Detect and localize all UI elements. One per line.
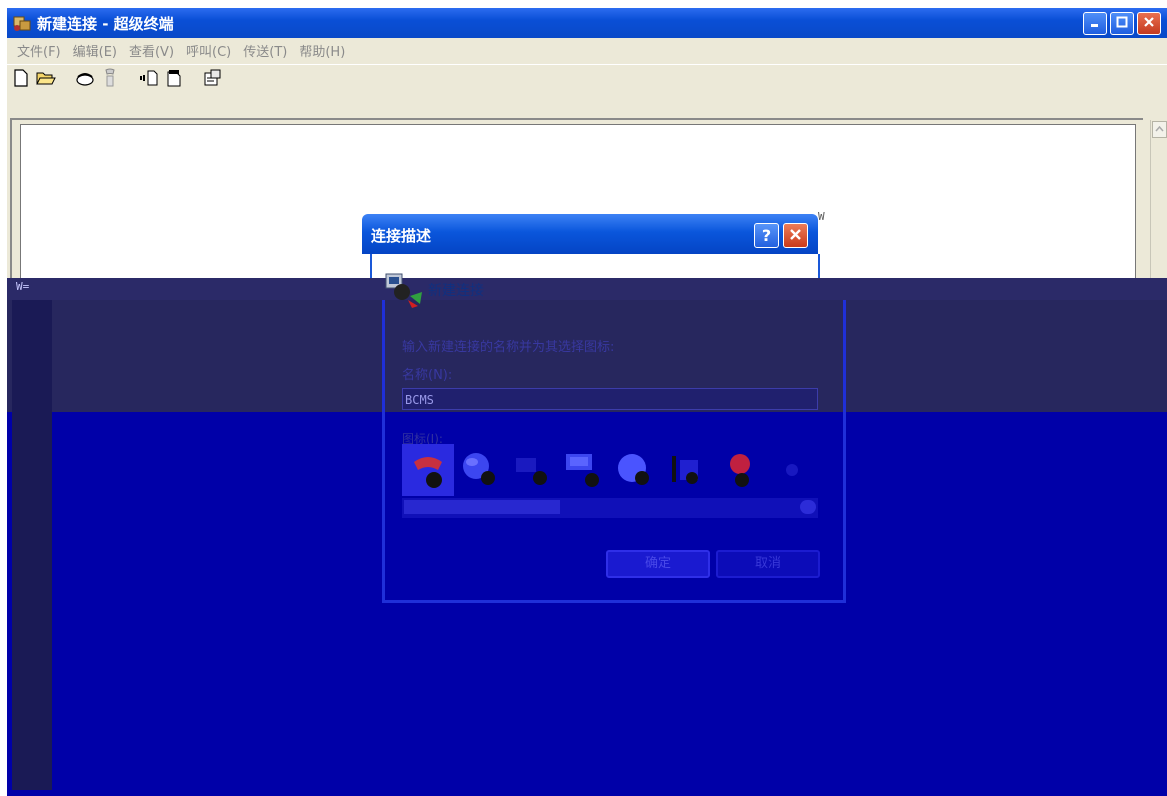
menu-bar: 文件(F) 编辑(E) 查看(V) 呼叫(C) 传送(T) 帮助(H): [7, 39, 1167, 61]
connection-icon: [385, 273, 422, 308]
receive-file-icon: [167, 70, 181, 87]
cancel-button[interactable]: 取消: [716, 550, 820, 578]
maximize-button[interactable]: [1110, 12, 1134, 35]
title-bar[interactable]: 新建连接 - 超级终端: [7, 8, 1167, 38]
dialog-title: 连接描述: [371, 227, 432, 245]
name-label: 名称(N):: [402, 368, 453, 383]
menu-view[interactable]: 查看(V): [129, 41, 174, 60]
dialog-prompt: 输入新建连接的名称并为其选择图标:: [402, 340, 615, 355]
open-folder-icon: [36, 72, 56, 85]
icon-scroll-thumb[interactable]: [404, 500, 560, 514]
icon-scroll-right-button[interactable]: [800, 500, 816, 514]
icon-option-world[interactable]: [610, 444, 662, 496]
scroll-up-button[interactable]: [1152, 121, 1167, 138]
dial-phone-icon: [76, 73, 94, 86]
menu-transfer[interactable]: 传送(T): [243, 41, 287, 60]
dialog-body-top: [370, 254, 820, 278]
minimize-icon: [1091, 24, 1098, 27]
menu-edit[interactable]: 编辑(E): [73, 41, 117, 60]
icon-picker[interactable]: [402, 442, 818, 498]
close-icon: [790, 229, 801, 240]
icon-option-more[interactable]: [766, 444, 818, 496]
new-button[interactable]: [10, 67, 32, 89]
name-input[interactable]: BCMS: [402, 388, 818, 410]
dial-button[interactable]: [74, 67, 96, 89]
icon-option-terminal[interactable]: [662, 444, 714, 496]
icon-option-red-globe[interactable]: [714, 444, 766, 496]
icon-option-red-phone[interactable]: [402, 444, 454, 496]
disconnect-button[interactable]: [99, 67, 121, 89]
new-document-icon: [14, 69, 28, 87]
network-icon: [516, 458, 547, 485]
disconnect-phone-icon: [105, 68, 115, 87]
close-button[interactable]: [1137, 12, 1161, 35]
open-button[interactable]: [35, 67, 57, 89]
garbled-text: W=: [16, 280, 30, 293]
icon-option-network[interactable]: [506, 444, 558, 496]
send-file-icon: [140, 70, 158, 86]
menu-help[interactable]: 帮助(H): [299, 41, 345, 60]
dialog-title-bar[interactable]: 连接描述 ?: [362, 214, 818, 254]
icon-scrollbar[interactable]: [402, 498, 818, 518]
connection-description-dialog: 连接描述 ? 新建连接 输入新建连接的名称并为其选择图标: 名称(N): BCM…: [362, 214, 846, 603]
computer-icon: [566, 454, 599, 487]
close-icon: [1144, 17, 1154, 27]
menu-call[interactable]: 呼叫(C): [186, 41, 231, 60]
maximize-icon: [1116, 16, 1128, 28]
minimize-button[interactable]: [1083, 12, 1107, 35]
red-phone-icon: [414, 457, 442, 488]
toolbar: [7, 64, 1167, 91]
chevron-up-icon: [1155, 125, 1164, 132]
help-icon: ?: [761, 226, 772, 245]
world-icon: [618, 454, 649, 485]
send-button[interactable]: [138, 67, 160, 89]
window-title: 新建连接 - 超级终端: [37, 15, 174, 33]
dialog-close-button[interactable]: [783, 223, 808, 248]
ok-button[interactable]: 确定: [606, 550, 710, 578]
more-icon: [786, 464, 798, 476]
receive-button[interactable]: [163, 67, 185, 89]
dialog-help-button[interactable]: ?: [754, 223, 779, 248]
menu-file[interactable]: 文件(F): [17, 41, 61, 60]
globe-icon: [463, 453, 495, 485]
properties-button[interactable]: [202, 67, 224, 89]
corrupted-overlay-strip: [12, 300, 52, 790]
terminal-icon: [672, 456, 698, 484]
hyperterminal-app-icon: [13, 16, 31, 31]
icon-option-computer[interactable]: [558, 444, 610, 496]
properties-icon: [204, 69, 221, 86]
dialog-header-text: 新建连接: [428, 283, 484, 299]
icon-option-globe[interactable]: [454, 444, 506, 496]
red-globe-icon: [730, 454, 750, 487]
